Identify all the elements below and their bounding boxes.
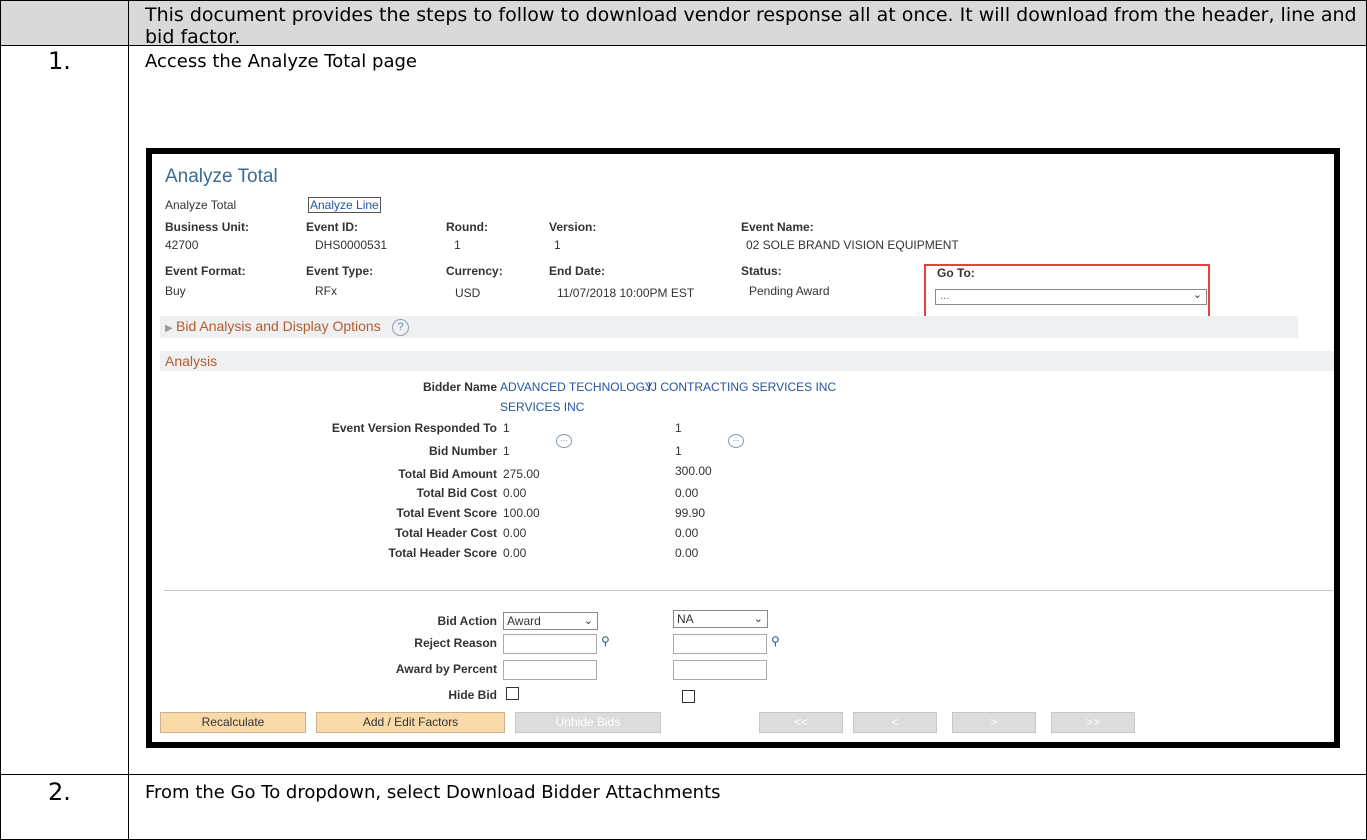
analysis-bar — [160, 351, 1334, 371]
chevron-down-icon: ⌄ — [583, 615, 593, 627]
event-format-label: Event Format: — [165, 264, 246, 278]
bidder-1-hide-bid-checkbox[interactable] — [506, 687, 519, 700]
currency-value: USD — [455, 286, 481, 300]
event-type-label: Event Type: — [306, 264, 374, 278]
bidder-1-name-line1[interactable]: ADVANCED TECHNOLOGY — [500, 380, 653, 394]
bidder-2-total-event-score: 99.90 — [675, 506, 706, 520]
bidder-1-total-event-score: 100.00 — [503, 506, 540, 520]
bidder-1-total-header-score: 0.00 — [503, 546, 527, 560]
last-page-button[interactable]: >> — [1051, 712, 1135, 733]
step-1-text: Access the Analyze Total page — [145, 51, 417, 72]
previous-page-button[interactable]: < — [853, 712, 937, 733]
business-unit-label: Business Unit: — [165, 220, 250, 234]
bidder-2-comment-icon[interactable]: ⋯ — [728, 434, 744, 448]
bidder-2-bid-action-value: NA — [677, 612, 694, 626]
bidder-name-label: Bidder Name — [422, 380, 497, 394]
bidder-1-bid-action-select[interactable]: Award ⌄ — [503, 612, 598, 630]
page-title: Analyze Total — [165, 166, 278, 187]
event-id-value: DHS0000531 — [315, 238, 388, 252]
bidder-2-reject-reason-search-icon[interactable]: ⚲ — [771, 634, 780, 648]
bidder-2-total-bid-cost: 0.00 — [675, 486, 699, 500]
step-2-content-cell: From the Go To dropdown, select Download… — [128, 774, 1367, 840]
bid-options-toggle[interactable]: ▶ Bid Analysis and Display Options ? — [165, 318, 410, 337]
event-type-value: RFx — [315, 284, 337, 298]
total-header-cost-label: Total Header Cost — [395, 526, 497, 540]
round-value: 1 — [454, 238, 461, 252]
bidder-2-award-percent-input[interactable] — [673, 660, 767, 680]
bidder-1-reject-reason-search-icon[interactable]: ⚲ — [601, 634, 610, 648]
bidder-1-reject-reason-input[interactable] — [503, 634, 597, 654]
bidder-1-bid-action-value: Award — [507, 614, 541, 628]
version-label: Version: — [549, 220, 597, 234]
bidder-2-total-header-score: 0.00 — [675, 546, 699, 560]
help-icon[interactable]: ? — [392, 319, 410, 337]
bidder-1-total-bid-amount: 275.00 — [503, 467, 540, 481]
status-value: Pending Award — [749, 284, 830, 298]
total-bid-cost-label: Total Bid Cost — [416, 486, 497, 500]
tab-analyze-line[interactable]: Analyze Line — [308, 197, 381, 213]
step-1-number-cell: 1. — [0, 45, 129, 775]
round-label: Round: — [446, 220, 488, 234]
bidder-1-total-bid-cost: 0.00 — [503, 486, 527, 500]
goto-dropdown[interactable]: ... ⌄ — [935, 289, 1207, 305]
recalculate-button[interactable]: Recalculate — [160, 712, 306, 733]
bidder-1-event-version: 1 — [503, 421, 510, 435]
bidder-1-award-percent-input[interactable] — [503, 660, 597, 680]
section-divider — [164, 590, 1334, 591]
chevron-down-icon: ⌄ — [1192, 289, 1202, 301]
bidder-2-event-version: 1 — [675, 421, 682, 435]
currency-label: Currency: — [446, 264, 503, 278]
version-value: 1 — [554, 238, 561, 252]
expand-triangle-icon: ▶ — [165, 323, 173, 334]
step-2-number: 2. — [48, 778, 71, 806]
analysis-heading: Analysis — [165, 353, 218, 369]
bidder-2-hide-bid-checkbox[interactable] — [682, 690, 695, 703]
unhide-bids-button[interactable]: Unhide Bids — [515, 712, 661, 733]
next-page-button[interactable]: > — [952, 712, 1036, 733]
event-id-label: Event ID: — [306, 220, 359, 234]
end-date-label: End Date: — [549, 264, 606, 278]
header-left-cell — [0, 0, 129, 46]
tab-analyze-total[interactable]: Analyze Total — [165, 198, 236, 212]
business-unit-value: 42700 — [165, 238, 199, 252]
bid-number-label: Bid Number — [428, 444, 497, 458]
event-name-label: Event Name: — [741, 220, 814, 234]
bidder-2-name[interactable]: JJ CONTRACTING SERVICES INC — [645, 380, 836, 394]
bidder-2-reject-reason-input[interactable] — [673, 634, 767, 654]
add-edit-factors-button[interactable]: Add / Edit Factors — [316, 712, 505, 733]
hide-bid-label: Hide Bid — [448, 688, 497, 702]
bidder-2-total-header-cost: 0.00 — [675, 526, 699, 540]
header-intro-text: This document provides the steps to foll… — [128, 0, 1367, 48]
end-date-value: 11/07/2018 10:00PM EST — [557, 286, 695, 300]
total-event-score-label: Total Event Score — [396, 506, 497, 520]
step-2-text: From the Go To dropdown, select Download… — [145, 782, 721, 803]
first-page-button[interactable]: << — [759, 712, 843, 733]
goto-dropdown-value: ... — [940, 290, 950, 302]
bidder-2-bid-action-select[interactable]: NA ⌄ — [673, 610, 768, 628]
award-by-percent-label: Award by Percent — [395, 662, 497, 676]
bidder-1-name[interactable]: ADVANCED TECHNOLOGY — [500, 380, 653, 394]
chevron-down-icon: ⌄ — [753, 613, 763, 625]
bidder-1-name-line2[interactable]: SERVICES INC — [500, 400, 584, 414]
bidder-2-bid-number: 1 — [675, 444, 682, 458]
event-name-value: 02 SOLE BRAND VISION EQUIPMENT — [746, 238, 959, 252]
bidder-2-total-bid-amount: 300.00 — [675, 464, 712, 478]
bidder-1-total-header-cost: 0.00 — [503, 526, 527, 540]
analyze-total-screenshot: Analyze Total Analyze Total Analyze Line… — [146, 148, 1340, 748]
bidder-1-comment-icon[interactable]: ⋯ — [556, 434, 572, 448]
status-label: Status: — [741, 264, 782, 278]
reject-reason-label: Reject Reason — [414, 636, 497, 650]
event-format-value: Buy — [165, 284, 186, 298]
bidder-1-bid-number: 1 — [503, 444, 510, 458]
total-bid-amount-label: Total Bid Amount — [398, 467, 497, 481]
bid-options-label[interactable]: Bid Analysis and Display Options — [176, 318, 381, 334]
step-2-number-cell: 2. — [0, 774, 129, 840]
bid-action-label: Bid Action — [437, 614, 497, 628]
step-1-number: 1. — [48, 47, 71, 75]
total-header-score-label: Total Header Score — [388, 546, 497, 560]
event-version-responded-label: Event Version Responded To — [331, 421, 497, 435]
